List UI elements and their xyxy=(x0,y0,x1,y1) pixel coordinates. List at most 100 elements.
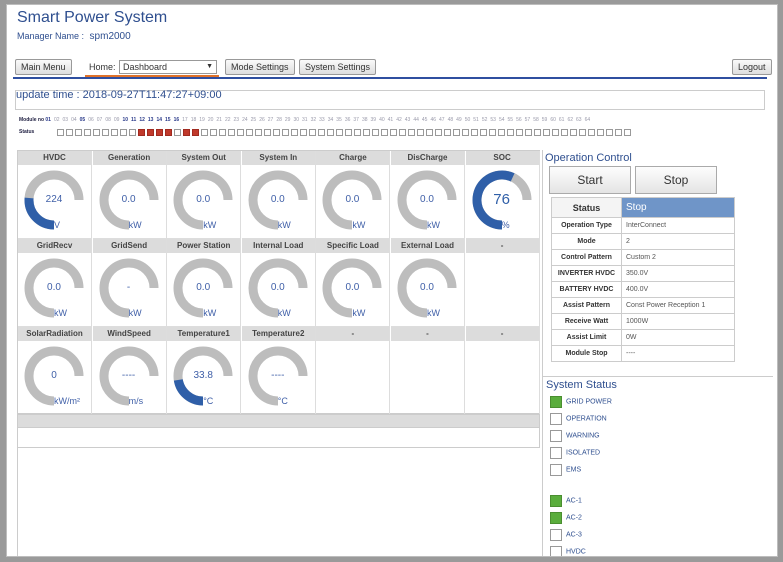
module-status-indicator xyxy=(525,129,533,136)
operation-key: INVERTER HVDC xyxy=(551,265,622,282)
gauge-grid: HVDC 224 V Generation 0.0 kW System Out 0.0 kW Sy… xyxy=(17,150,540,415)
operation-row: Receive Watt 1000W xyxy=(551,313,735,330)
app-title: Smart Power System xyxy=(17,9,168,26)
gauge-cell: Power Station 0.0 kW xyxy=(167,239,242,327)
system-settings-button[interactable]: System Settings xyxy=(299,59,377,75)
start-button[interactable]: Start xyxy=(549,166,631,194)
module-status-indicator xyxy=(399,129,407,136)
operation-value: 0W xyxy=(621,329,735,346)
operation-key: Assist Pattern xyxy=(551,297,622,314)
gauge-cell: External Load 0.0 kW xyxy=(391,239,465,327)
module-status-indicator xyxy=(408,129,416,136)
gauge-unit: kW xyxy=(203,220,217,230)
app-frame: Smart Power System Manager Name : spm200… xyxy=(6,4,778,557)
status-indicator-icon xyxy=(550,495,562,507)
module-status-indicator xyxy=(120,129,128,136)
module-status-indicator xyxy=(561,129,569,136)
home-select[interactable]: Dashboard ▼ xyxy=(119,60,217,74)
status-indicator-icon xyxy=(550,464,562,476)
module-status-indicator xyxy=(489,129,497,136)
module-status-indicator xyxy=(84,129,92,136)
system-status-label: HVDC xyxy=(566,548,586,556)
gauge-body: 0.0 kW xyxy=(93,165,166,239)
gauge-cell: SolarRadiation 0 kW/m² xyxy=(18,327,92,415)
module-number: 34 xyxy=(327,117,334,123)
system-status-label: GRID POWER xyxy=(566,398,612,406)
gauge-body xyxy=(391,341,464,415)
navbar-divider xyxy=(13,77,767,79)
gauge-unit: kW xyxy=(352,220,366,230)
gauge-body xyxy=(316,341,389,415)
logout-button[interactable]: Logout xyxy=(732,59,772,75)
module-status-indicator xyxy=(606,129,614,136)
gauge-body: 0.0 kW xyxy=(167,253,240,327)
operation-row: Mode 2 xyxy=(551,233,735,250)
gauge-label: Temperature2 xyxy=(241,327,315,341)
gauge-unit: V xyxy=(54,220,61,230)
status-indicator-icon xyxy=(550,413,562,425)
module-number: 28 xyxy=(276,117,282,123)
system-status-item: OPERATION xyxy=(550,413,607,427)
gauge-cell: Internal Load 0.0 kW xyxy=(241,239,316,327)
gauge-value: 0.0 xyxy=(420,282,434,293)
gauge-body: 76% xyxy=(466,165,539,239)
module-status-indicator xyxy=(246,129,254,136)
stop-button[interactable]: Stop xyxy=(635,166,717,194)
module-status-indicator xyxy=(534,129,542,136)
status-indicator-icon xyxy=(550,447,562,459)
module-number: 26 xyxy=(259,117,265,123)
module-number: 50 xyxy=(464,117,471,123)
system-status-label: AC-2 xyxy=(566,514,582,522)
gauge-label: GridRecv xyxy=(18,239,91,253)
gauge-label: System In xyxy=(241,151,315,165)
module-number: 16 xyxy=(173,117,180,123)
gauge-value: 0.0 xyxy=(270,282,285,293)
gauge-cell: GridRecv 0.0 kW xyxy=(18,239,92,327)
module-status-indicator xyxy=(291,129,299,136)
gauge-label: Specific Load xyxy=(316,239,390,253)
gauge-body: 0.0 kW xyxy=(391,165,464,239)
mode-settings-button[interactable]: Mode Settings xyxy=(225,59,295,75)
operation-table: Status Stop Operation Type InterConnect Mo… xyxy=(551,197,735,362)
gauge-unit: kW xyxy=(128,220,142,230)
gauge-label: HVDC xyxy=(18,151,91,165)
home-label: Home: xyxy=(89,62,116,72)
module-status-indicator xyxy=(444,129,452,136)
operation-row: Control Pattern Custom 2 xyxy=(551,249,735,266)
module-number: 06 xyxy=(88,117,94,123)
module-status-indicator xyxy=(372,129,380,136)
module-number: 43 xyxy=(404,117,411,123)
system-status-item: AC-2 xyxy=(550,512,582,526)
module-number: 62 xyxy=(567,117,573,123)
gauge-body: 0 kW/m² xyxy=(18,341,91,415)
gauge-cell: SOC 76% xyxy=(465,151,540,239)
module-status-indicator xyxy=(300,129,308,136)
operation-key: BATTERY HVDC xyxy=(551,281,622,298)
gauge-value: 0.0 xyxy=(345,194,360,205)
gauge-value: 0.0 xyxy=(196,194,211,205)
module-status-indicator xyxy=(273,129,281,136)
main-menu-button[interactable]: Main Menu xyxy=(15,59,72,75)
module-number: 64 xyxy=(584,117,591,123)
module-number: 07 xyxy=(96,117,103,123)
gauge-unit: kW xyxy=(277,308,291,318)
gauge-label: Power Station xyxy=(167,239,241,253)
system-status-label: EMS xyxy=(566,466,582,474)
home-selected-value: Dashboard xyxy=(123,62,168,72)
module-number: 60 xyxy=(550,117,556,123)
module-status-indicator xyxy=(435,129,443,136)
gauge-body xyxy=(466,341,539,415)
module-status-indicator xyxy=(624,129,632,136)
module-number: 09 xyxy=(113,117,120,123)
module-status-indicator xyxy=(588,129,596,136)
gauge-body: 0.0 kW xyxy=(391,253,464,327)
gauge-body: 0.0 kW xyxy=(316,253,389,327)
system-status-item: HVDC xyxy=(550,546,586,556)
module-number: 56 xyxy=(516,117,522,123)
operation-key: Receive Watt xyxy=(551,313,622,330)
module-status-indicator xyxy=(228,129,236,136)
module-number: 48 xyxy=(447,117,454,123)
module-number: 40 xyxy=(379,117,385,123)
module-number: 49 xyxy=(456,117,462,123)
module-number: 13 xyxy=(147,117,154,123)
